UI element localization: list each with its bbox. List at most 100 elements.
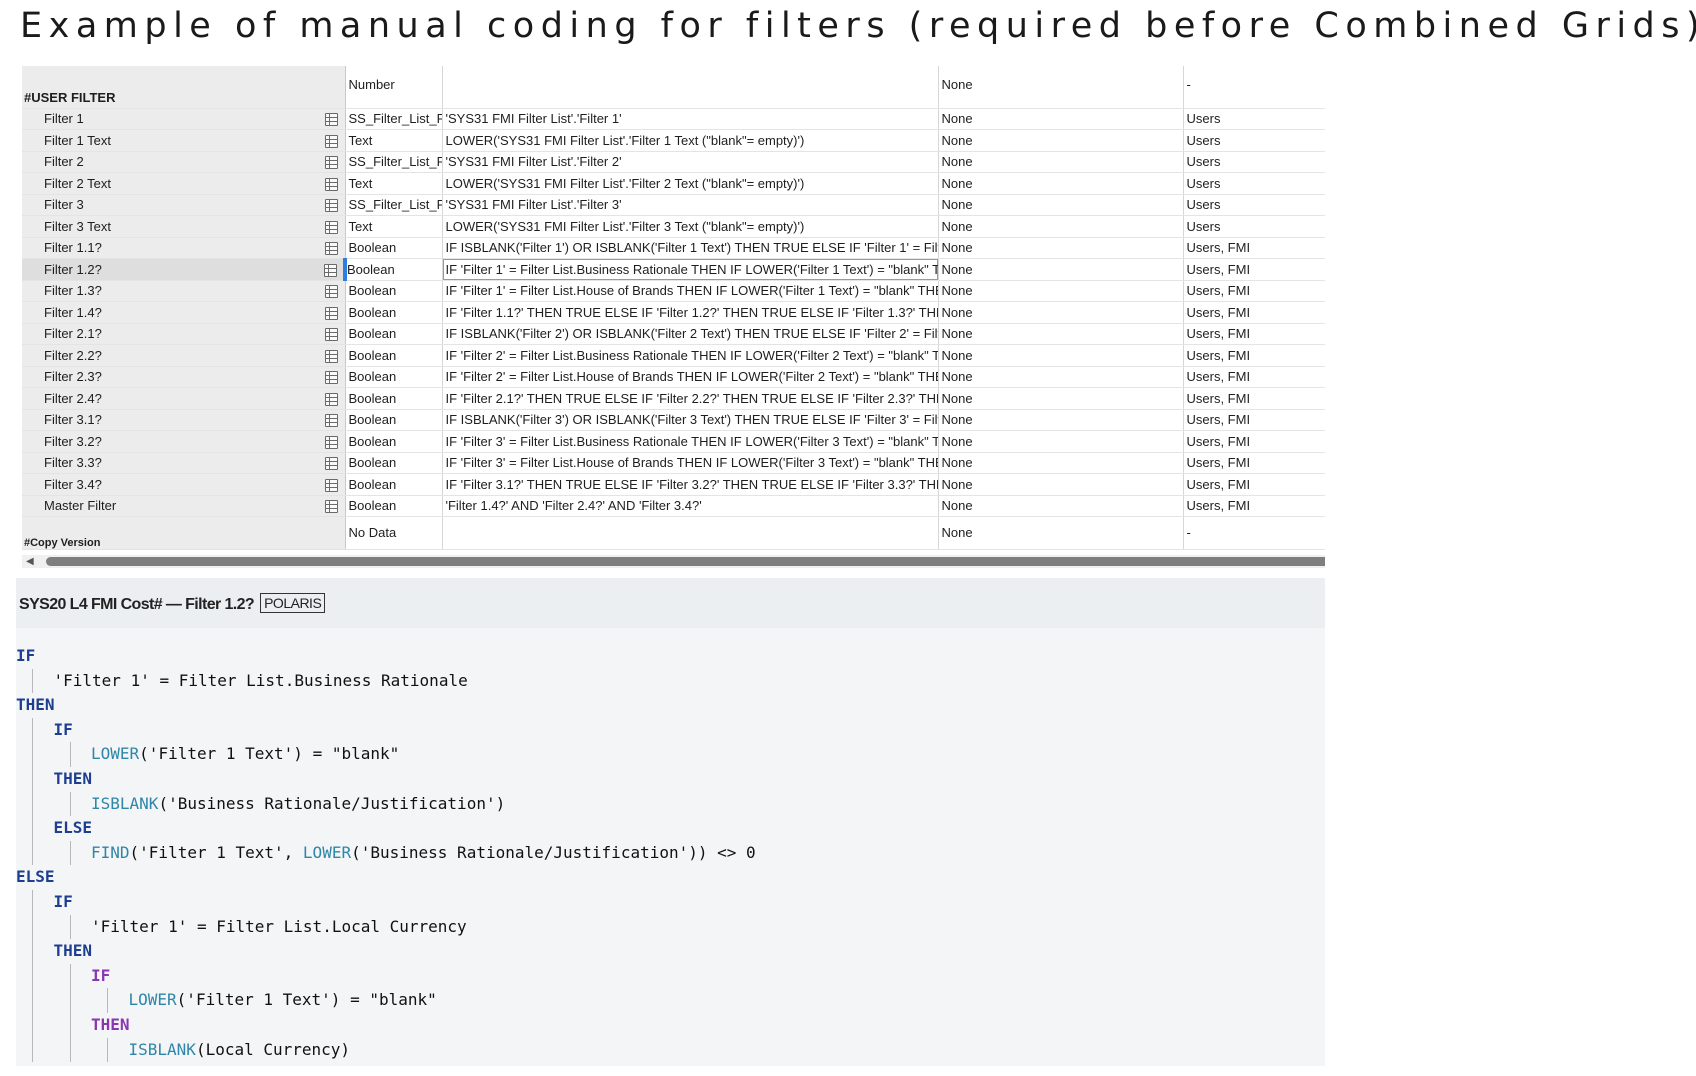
table-row[interactable]: Filter 3.2? Boolean IF 'Filter 3' = Filter… [22,430,1325,453]
formula-cell[interactable]: IF 'Filter 1' = Filter List.House of Bra… [442,280,939,302]
table-row[interactable]: Filter 1.2? Boolean IF 'Filter 1' = Filter… [22,258,1325,281]
table-row[interactable]: Filter 3.4? Boolean IF 'Filter 3.1?' THEN … [22,473,1325,496]
formula-cell[interactable]: IF 'Filter 3.1?' THEN TRUE ELSE IF 'Filt… [442,473,939,496]
format-cell[interactable]: Boolean [345,409,443,431]
table-row[interactable]: Filter 3.3? Boolean IF 'Filter 3' = Filter… [22,452,1325,474]
line-item-name[interactable]: Filter 3.2? [22,430,318,453]
format-cell[interactable]: Boolean [345,473,443,496]
line-item-name[interactable]: Filter 2.1? [22,323,318,345]
line-item-grid-icon[interactable] [324,435,338,449]
applies-to-cell[interactable]: Users, FMI [1183,366,1325,388]
applies-to-cell[interactable]: Users, FMI [1183,301,1325,324]
line-item-grid-icon[interactable] [324,156,338,170]
formula-cell[interactable]: IF 'Filter 2' = Filter List.Business Rat… [442,344,939,367]
format-cell[interactable]: Text [345,172,443,195]
line-item-grid-icon[interactable] [324,500,338,514]
formula-cell[interactable]: LOWER('SYS31 FMI Filter List'.'Filter 1 … [442,129,939,152]
summary-cell[interactable]: None [938,430,1184,453]
table-row[interactable]: Filter 3 SS_Filter_List_FMI'SYS31 FMI Fil… [22,194,1325,216]
summary-cell[interactable]: None [938,108,1184,130]
applies-to-cell[interactable]: Users, FMI [1183,323,1325,345]
format-cell[interactable]: Boolean [343,258,443,281]
applies-to-cell[interactable]: - [1183,66,1325,109]
format-cell[interactable]: SS_Filter_List_FMI [345,108,443,130]
table-row[interactable]: Filter 2.1? Boolean IF ISBLANK('Filter 2')… [22,323,1325,345]
table-row[interactable]: Filter 1.1? Boolean IF ISBLANK('Filter 1')… [22,237,1325,259]
format-cell[interactable]: Boolean [345,387,443,410]
summary-cell[interactable]: None [938,280,1184,302]
line-item-grid-icon[interactable] [324,392,338,406]
line-item-grid-icon[interactable] [324,113,338,127]
line-item-grid-icon[interactable] [324,285,338,299]
table-row[interactable]: Filter 1 Text Text LOWER('SYS31 FMI Filter… [22,129,1325,152]
line-item-name[interactable]: Filter 1.4? [22,301,318,324]
format-cell[interactable]: Number [345,66,443,109]
table-row[interactable]: Filter 1.3? Boolean IF 'Filter 1' = Filter… [22,280,1325,302]
applies-to-cell[interactable]: Users [1183,151,1325,173]
table-row[interactable]: Filter 2.3? Boolean IF 'Filter 2' = Filter… [22,366,1325,388]
formula-cell[interactable]: IF 'Filter 1.1?' THEN TRUE ELSE IF 'Filt… [442,301,939,324]
format-cell[interactable]: Boolean [345,495,443,517]
summary-cell[interactable]: None [938,237,1184,259]
applies-to-cell[interactable]: Users, FMI [1183,258,1325,281]
line-item-grid-icon[interactable] [324,414,338,428]
summary-cell[interactable]: None [938,172,1184,195]
scrollbar-thumb[interactable] [46,557,1325,566]
applies-to-cell[interactable]: Users, FMI [1183,237,1325,259]
summary-cell[interactable]: None [938,409,1184,431]
format-cell[interactable]: Boolean [345,301,443,324]
table-row[interactable]: Filter 2 SS_Filter_List_FMI'SYS31 FMI Fil… [22,151,1325,173]
applies-to-cell[interactable]: Users, FMI [1183,495,1325,517]
line-item-grid-icon[interactable] [324,199,338,213]
summary-cell[interactable]: None [938,151,1184,173]
formula-cell[interactable]: LOWER('SYS31 FMI Filter List'.'Filter 3 … [442,215,939,238]
line-item-grid-icon[interactable] [324,242,338,256]
formula-cell[interactable]: IF 'Filter 1' = Filter List.Business Rat… [442,258,939,281]
applies-to-cell[interactable]: Users [1183,194,1325,216]
summary-cell[interactable]: None [938,323,1184,345]
applies-to-cell[interactable]: Users [1183,215,1325,238]
line-item-name[interactable]: Filter 3 Text [22,215,318,238]
format-cell[interactable]: SS_Filter_List_FMI [345,151,443,173]
format-cell[interactable]: Boolean [345,344,443,367]
formula-cell[interactable]: IF ISBLANK('Filter 3') OR ISBLANK('Filte… [442,409,939,431]
line-item-name[interactable]: #Copy Version [22,516,318,550]
formula-cell[interactable] [442,66,939,109]
table-row[interactable]: Master Filter Boolean 'Filter 1.4?' AND 'F… [22,495,1325,517]
line-item-name[interactable]: Filter 1.3? [22,280,318,302]
line-item-name[interactable]: Filter 3.1? [22,409,318,431]
formula-cell[interactable]: 'SYS31 FMI Filter List'.'Filter 3' [442,194,939,216]
formula-cell[interactable] [442,516,939,550]
line-item-name[interactable]: Filter 1 [22,108,318,130]
line-item-name[interactable]: Master Filter [22,495,318,517]
applies-to-cell[interactable]: Users [1183,129,1325,152]
line-item-grid-icon[interactable] [324,328,338,342]
applies-to-cell[interactable]: Users, FMI [1183,452,1325,474]
line-item-grid-icon[interactable] [324,371,338,385]
summary-cell[interactable]: None [938,215,1184,238]
summary-cell[interactable]: None [938,452,1184,474]
summary-cell[interactable]: None [938,194,1184,216]
line-item-grid-icon[interactable] [324,263,337,277]
summary-cell[interactable]: None [938,473,1184,496]
applies-to-cell[interactable]: Users [1183,108,1325,130]
summary-cell[interactable]: None [938,301,1184,324]
summary-cell[interactable]: None [938,387,1184,410]
summary-cell[interactable]: None [938,66,1184,109]
line-item-name[interactable]: Filter 3.3? [22,452,318,474]
format-cell[interactable]: No Data [345,516,443,550]
formula-cell[interactable]: IF 'Filter 3' = Filter List.House of Bra… [442,452,939,474]
line-item-name[interactable]: Filter 2 [22,151,318,173]
table-row[interactable]: Filter 1 SS_Filter_List_FMI'SYS31 FMI Fil… [22,108,1325,130]
summary-cell[interactable]: None [938,344,1184,367]
formula-cell[interactable]: LOWER('SYS31 FMI Filter List'.'Filter 2 … [442,172,939,195]
formula-cell[interactable]: IF 'Filter 2' = Filter List.House of Bra… [442,366,939,388]
line-item-name[interactable]: Filter 3 [22,194,318,216]
table-row[interactable]: Filter 3.1? Boolean IF ISBLANK('Filter 3')… [22,409,1325,431]
line-item-grid-icon[interactable] [324,134,338,148]
line-item-name[interactable]: Filter 1 Text [22,129,318,152]
formula-cell[interactable]: 'Filter 1.4?' AND 'Filter 2.4?' AND 'Fil… [442,495,939,517]
line-item-grid-icon[interactable] [324,349,338,363]
line-item-name[interactable]: Filter 3.4? [22,473,318,496]
table-row[interactable]: Filter 2 Text Text LOWER('SYS31 FMI Filter… [22,172,1325,195]
